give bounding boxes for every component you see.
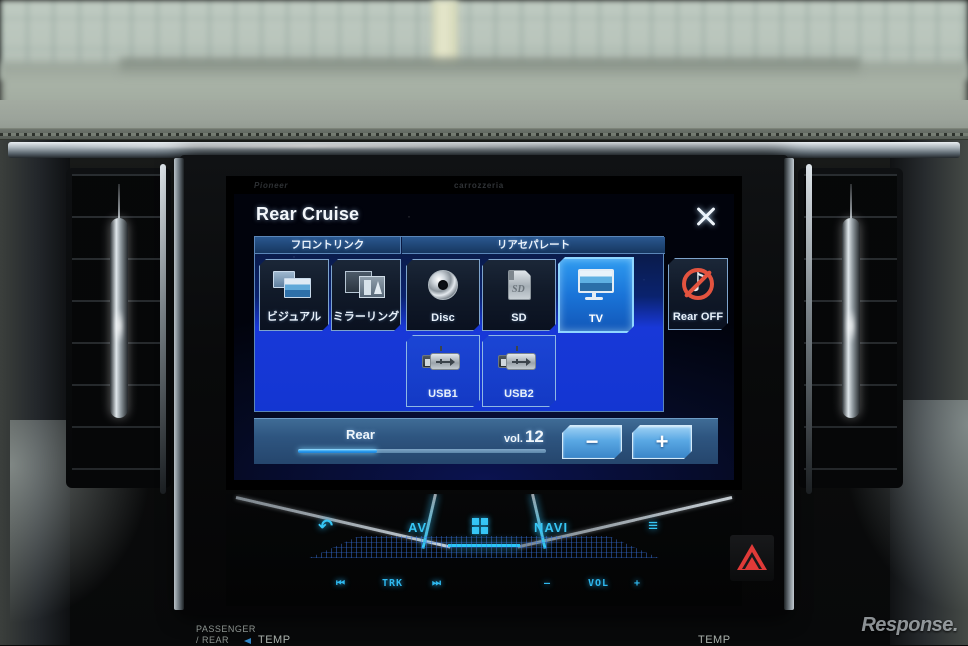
minus-icon: − (585, 429, 599, 454)
track-label: TRK (382, 578, 404, 589)
source-button-visual[interactable]: ビジュアル (259, 259, 329, 331)
source-button-label: ビジュアル (266, 311, 322, 323)
volume-value: 12 (524, 427, 544, 446)
tv-icon (575, 268, 617, 300)
group-header-front-link: フロントリンク (255, 237, 401, 254)
chrome-trim-shine (60, 144, 560, 148)
rear-text: / REAR (196, 635, 230, 645)
dashboard-stitching (0, 128, 968, 140)
source-button-label: ミラーリング (332, 311, 400, 323)
head-unit-chrome-right (784, 158, 794, 610)
vent-knob-glow (845, 308, 856, 344)
next-track-button[interactable]: ⏭ (432, 578, 442, 589)
page-title: Rear Cruise (256, 204, 360, 224)
pioneer-logo: Pioneer (254, 181, 289, 190)
mirroring-icon (345, 269, 387, 301)
volume-slider-track[interactable] (298, 449, 546, 453)
previous-track-button[interactable]: ⏮ (336, 578, 346, 589)
volume-label: VOL (588, 578, 610, 589)
brand-row: Pioneer carrozzeria (226, 176, 742, 196)
source-button-usb1[interactable]: USB1 (406, 335, 480, 407)
source-groups: フロントリンク リアセパレート ビジュアル ミラーリング Disc SD SD … (254, 236, 665, 412)
volume-slider-fill (298, 449, 378, 453)
sd-card-icon (498, 269, 540, 301)
hardware-button-panel: ↶ AV NAVI ≡ ⏮ TRK ⏭ — VOL + (226, 494, 742, 606)
vent-chrome-trim-left (160, 164, 166, 494)
back-button[interactable]: ↶ (318, 516, 333, 537)
climate-temp-label-left: TEMP (258, 634, 291, 646)
disc-icon (422, 269, 464, 301)
av-button[interactable]: AV (408, 520, 427, 535)
air-vent-right[interactable] (798, 168, 903, 488)
rear-cruise-screen: Rear Cruise フロントリンク リアセパレート ビジュアル ミラーリング (234, 194, 734, 480)
volume-increase-button[interactable]: + (632, 425, 692, 459)
source-button-rear-off[interactable]: ♪ Rear OFF (668, 258, 728, 330)
hazard-triangle-core (745, 557, 759, 569)
passenger-text: PASSENGER (196, 624, 256, 634)
visual-icon (273, 269, 315, 301)
vent-knob-glow (113, 308, 124, 344)
volume-down-button[interactable]: — (544, 578, 551, 589)
volume-zone-label: Rear (346, 427, 375, 442)
carrozzeria-logo: carrozzeria (454, 181, 504, 190)
source-button-label: Rear OFF (672, 311, 724, 323)
head-unit-chrome-left (174, 158, 184, 610)
source-button-sd[interactable]: SD (482, 259, 556, 331)
volume-bar: Rear vol. 12 − + (254, 418, 718, 464)
volume-readout: vol. 12 (504, 427, 544, 447)
climate-arrow-icon (244, 638, 251, 644)
source-button-tv[interactable]: TV (558, 257, 634, 333)
source-button-label: TV (588, 313, 604, 325)
source-button-usb2[interactable]: USB2 (482, 335, 556, 407)
no-audio-icon: ♪ (677, 268, 719, 300)
plus-icon: + (655, 429, 669, 454)
usb-icon (422, 345, 464, 377)
air-vent-left[interactable] (66, 168, 171, 488)
volume-up-button[interactable]: + (634, 578, 641, 589)
panel-mesh-texture (309, 536, 659, 558)
car-interior-scene: Pioneer carrozzeria Rear Cruise フロントリンク … (0, 0, 968, 646)
source-button-label: USB2 (504, 388, 534, 400)
close-icon[interactable] (692, 202, 720, 230)
climate-temp-label-right: TEMP (698, 634, 731, 646)
source-button-label: Disc (431, 312, 455, 324)
group-header-rear-separate: リアセパレート (402, 237, 665, 254)
source-button-label: USB1 (428, 388, 458, 400)
source-button-mirroring[interactable]: ミラーリング (331, 259, 401, 331)
source-button-label: SD (511, 312, 527, 324)
menu-button[interactable]: ≡ (648, 516, 658, 536)
vent-chrome-trim-right (806, 164, 812, 494)
volume-decrease-button[interactable]: − (562, 425, 622, 459)
home-grid-icon[interactable] (472, 518, 488, 534)
usb-icon (498, 345, 540, 377)
source-button-disc[interactable]: Disc (406, 259, 480, 331)
watermark: Response. (861, 614, 958, 636)
car-hood-shadow (120, 58, 860, 76)
navi-button[interactable]: NAVI (534, 520, 568, 535)
hazard-light-button[interactable] (730, 535, 774, 581)
navigation-display[interactable]: Pioneer carrozzeria Rear Cruise フロントリンク … (226, 176, 742, 490)
volume-prefix: vol. (504, 433, 523, 445)
